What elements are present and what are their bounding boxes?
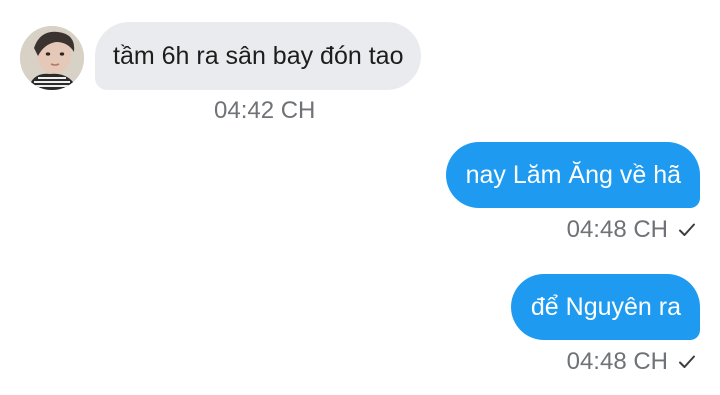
incoming-message-bubble[interactable]: tầm 6h ra sân bay đón tao [95, 22, 422, 90]
message-timestamp: 04:48 CH [567, 348, 696, 376]
message-text: để Nguyên ra [530, 292, 681, 321]
check-icon [678, 354, 696, 370]
message-timestamp: 04:48 CH [567, 216, 696, 244]
avatar-photo [20, 26, 84, 90]
check-icon [678, 222, 696, 238]
outgoing-message-bubble[interactable]: để Nguyên ra [510, 274, 700, 340]
sender-avatar[interactable] [20, 26, 84, 90]
message-text: nay Lăm Ăng về hã [465, 160, 681, 189]
message-text: tầm 6h ra sân bay đón tao [113, 41, 404, 70]
outgoing-message-bubble[interactable]: nay Lăm Ăng về hã [445, 142, 700, 208]
message-timestamp: 04:42 CH [214, 97, 316, 124]
